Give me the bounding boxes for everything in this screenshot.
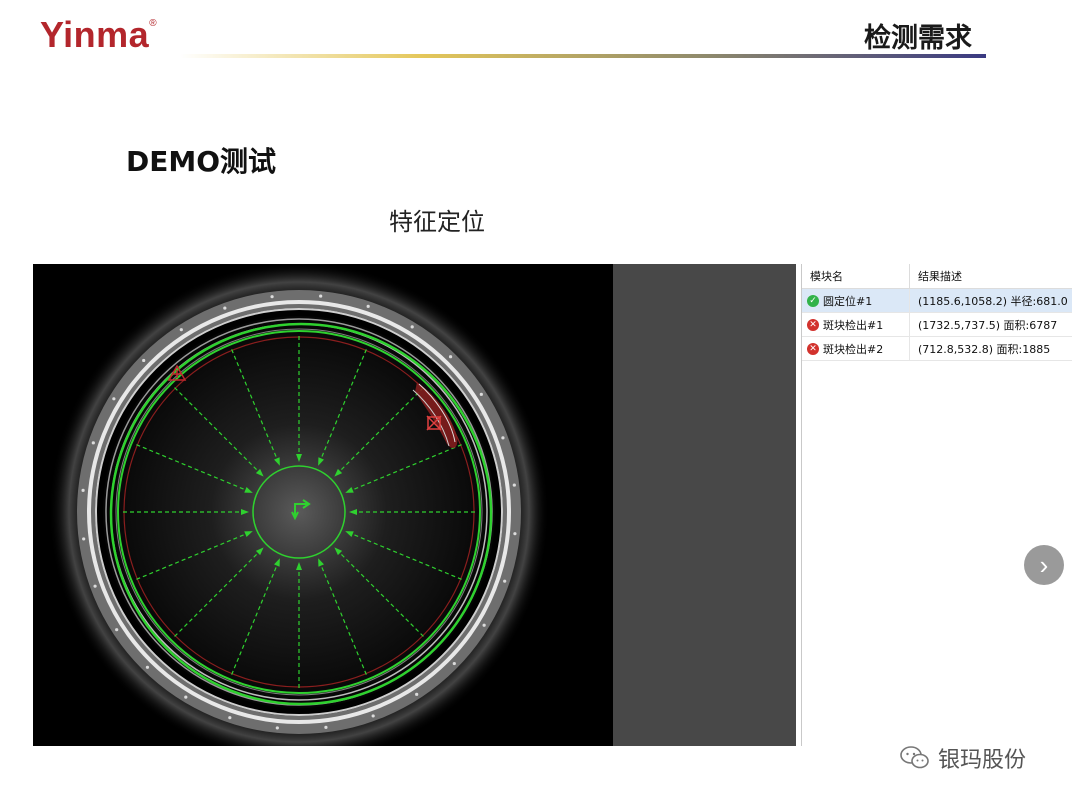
- header-divider: [180, 54, 986, 58]
- table-row[interactable]: ✕ 斑块检出#1 (1732.5,737.5) 面积:6787: [802, 313, 1072, 337]
- table-row[interactable]: ✕ 斑块检出#2 (712.8,532.8) 面积:1885: [802, 337, 1072, 361]
- section-title: 特征定位: [389, 208, 485, 236]
- error-circle-icon: ✕: [807, 318, 819, 331]
- inspection-image: [49, 264, 549, 746]
- watermark-text: 银玛股份: [938, 748, 1027, 773]
- results-header: 模块名 结果描述: [802, 264, 1072, 289]
- column-header-description[interactable]: 结果描述: [910, 268, 962, 284]
- header-title: 检测需求: [864, 23, 972, 54]
- row-description: (1732.5,737.5) 面积:6787: [918, 318, 1058, 332]
- results-table: 模块名 结果描述 ✓ 圆定位#1 (1185.6,1058.2) 半径:681.…: [801, 264, 1072, 746]
- yinma-logo: Yinma®: [40, 14, 157, 56]
- registered-mark: ®: [149, 18, 158, 29]
- row-description: (1185.6,1058.2) 半径:681.0: [918, 294, 1068, 308]
- chevron-right-icon: ›: [1039, 550, 1049, 580]
- row-module-name: 斑块检出#1: [823, 318, 884, 332]
- wechat-icon: [900, 746, 929, 769]
- check-circle-icon: ✓: [807, 294, 819, 307]
- demo-title: DEMO测试: [126, 145, 277, 178]
- error-circle-icon: ✕: [807, 342, 819, 355]
- row-module-name: 圆定位#1: [823, 294, 873, 308]
- next-slide-button[interactable]: ›: [1024, 545, 1064, 585]
- table-row[interactable]: ✓ 圆定位#1 (1185.6,1058.2) 半径:681.0: [802, 289, 1072, 313]
- watermark: 银玛股份: [900, 742, 1026, 774]
- row-description: (712.8,532.8) 面积:1885: [918, 342, 1051, 356]
- inspection-image-view[interactable]: [33, 264, 613, 746]
- column-header-module[interactable]: 模块名: [802, 264, 910, 288]
- row-module-name: 斑块检出#2: [823, 342, 884, 356]
- logo-text: Yinma: [40, 14, 150, 55]
- viewer-side-panel: [613, 264, 796, 746]
